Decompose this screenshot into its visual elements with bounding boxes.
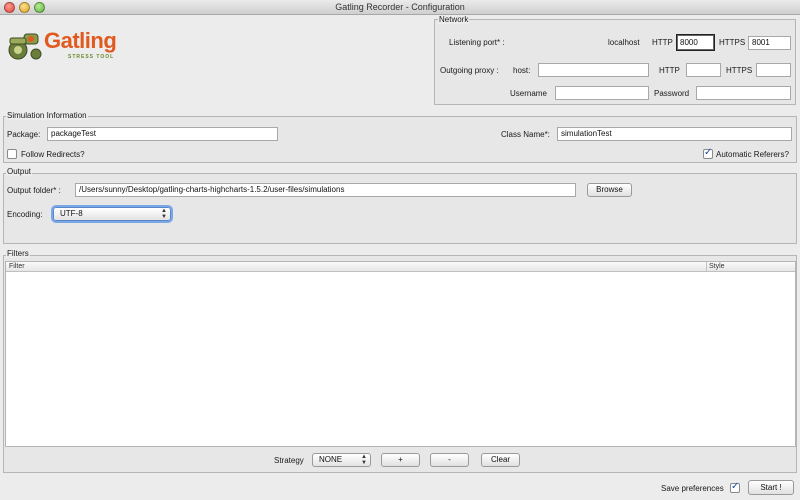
clear-filters-button[interactable]: Clear (481, 453, 520, 467)
filters-table-header: Filter Style (6, 262, 795, 272)
localhost-label: localhost (608, 38, 640, 47)
proxy-http-input[interactable] (686, 63, 721, 77)
automatic-referers-checkbox[interactable] (703, 147, 713, 159)
title-bar: Gatling Recorder - Configuration (0, 0, 800, 15)
encoding-select[interactable]: UTF-8 ▲ ▼ (53, 207, 171, 221)
proxy-http-label: HTTP (659, 66, 680, 75)
strategy-select-value: NONE (319, 455, 343, 464)
filters-group-label: Filters (6, 249, 30, 258)
encoding-select-value: UTF-8 (60, 209, 83, 218)
automatic-referers-label: Automatic Referers? (716, 150, 789, 159)
strategy-select[interactable]: NONE ▲ ▼ (312, 453, 371, 467)
http-port-label: HTTP (652, 38, 673, 47)
column-header-filter[interactable]: Filter (6, 262, 25, 272)
class-name-input[interactable]: simulationTest (557, 127, 792, 141)
output-folder-input[interactable]: /Users/sunny/Desktop/gatling-charts-high… (75, 183, 576, 197)
username-label: Username (510, 89, 547, 98)
gatling-logo: Gatling STRESS TOOL (4, 24, 134, 64)
proxy-host-label: host: (513, 66, 531, 75)
simulation-group-label: Simulation Information (6, 111, 88, 120)
select-arrows-icon: ▲ ▼ (161, 208, 167, 220)
username-input[interactable] (555, 86, 649, 100)
strategy-label: Strategy (274, 456, 304, 465)
outgoing-proxy-label: Outgoing proxy : (440, 66, 499, 75)
column-header-style[interactable]: Style (706, 262, 725, 272)
follow-redirects-label: Follow Redirects? (21, 150, 85, 159)
encoding-label: Encoding: (7, 210, 43, 219)
class-name-label: Class Name*: (501, 130, 550, 139)
network-group-label: Network (438, 15, 470, 24)
password-label: Password (654, 89, 690, 98)
package-input[interactable]: packageTest (47, 127, 278, 141)
save-preferences-label: Save preferences (661, 484, 724, 493)
password-input[interactable] (696, 86, 791, 100)
remove-filter-button[interactable]: - (430, 453, 469, 467)
filters-table[interactable]: Filter Style (5, 261, 796, 447)
browse-button[interactable]: Browse (587, 183, 632, 197)
package-label: Package: (7, 130, 41, 139)
https-port-label: HTTPS (719, 38, 746, 47)
start-button[interactable]: Start ! (748, 480, 794, 495)
save-preferences-checkbox[interactable] (730, 481, 740, 493)
output-group-label: Output (6, 167, 33, 176)
proxy-https-label: HTTPS (726, 66, 753, 75)
select-arrows-icon: ▲ ▼ (361, 454, 367, 466)
output-folder-label: Output folder* : (7, 186, 61, 195)
follow-redirects-checkbox[interactable] (7, 149, 17, 159)
proxy-https-input[interactable] (756, 63, 791, 77)
logo-tagline: STRESS TOOL (68, 54, 115, 60)
https-port-input[interactable]: 8001 (748, 36, 791, 50)
window-title: Gatling Recorder - Configuration (335, 2, 465, 12)
add-filter-button[interactable]: + (381, 453, 420, 467)
http-port-input[interactable]: 8000 (676, 34, 715, 51)
gatling-logo-icon (8, 33, 42, 60)
logo-wordmark: Gatling (44, 28, 117, 53)
listening-port-label: Listening port* : (449, 38, 505, 47)
proxy-host-input[interactable] (538, 63, 649, 77)
